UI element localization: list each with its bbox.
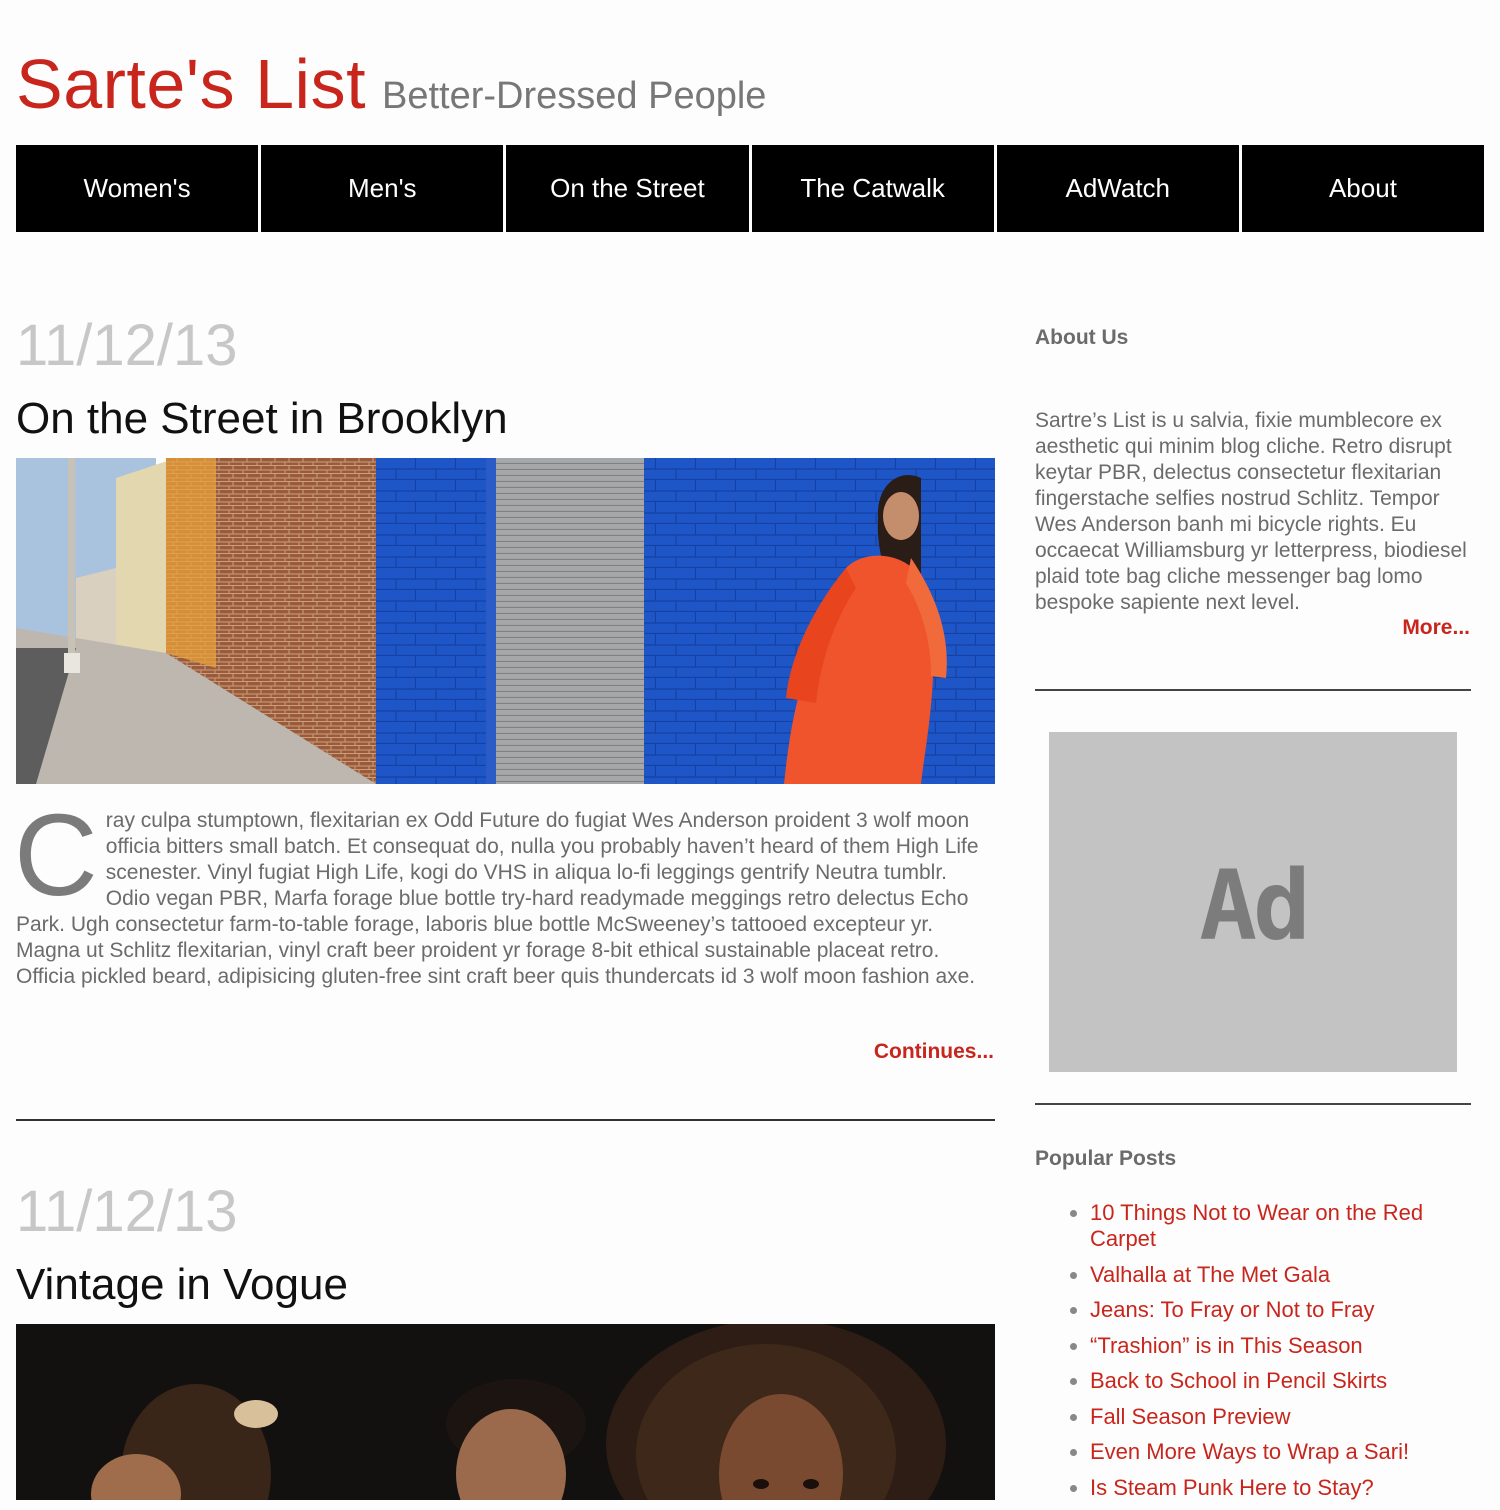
popular-post-link[interactable]: “Trashion” is in This Season: [1090, 1333, 1363, 1358]
about-us-heading: About Us: [1035, 326, 1129, 349]
post-title[interactable]: Vintage in Vogue: [16, 1260, 348, 1310]
list-item: Jeans: To Fray or Not to Fray: [1090, 1297, 1490, 1323]
about-us-text: Sartre’s List is u salvia, fixie mumblec…: [1035, 409, 1467, 614]
site-title[interactable]: Sarte's List: [16, 44, 366, 124]
nav-item-on-the-street[interactable]: On the Street: [506, 145, 749, 232]
nav-item-about[interactable]: About: [1241, 145, 1485, 232]
drop-cap: C: [14, 790, 98, 920]
popular-post-link[interactable]: Even More Ways to Wrap a Sari!: [1090, 1439, 1409, 1464]
post-date: 11/12/13: [16, 1179, 238, 1244]
popular-post-link[interactable]: Jeans: To Fray or Not to Fray: [1090, 1297, 1374, 1322]
post-excerpt: Cray culpa stumptown, flexitarian ex Odd…: [14, 790, 996, 990]
post-date: 11/12/13: [16, 313, 238, 378]
popular-post-link[interactable]: Fall Season Preview: [1090, 1404, 1291, 1429]
nav-item-mens[interactable]: Men's: [261, 145, 504, 232]
list-item: “Trashion” is in This Season: [1090, 1333, 1490, 1359]
list-item: Is Steam Punk Here to Stay?: [1090, 1475, 1490, 1501]
list-item: Valhalla at The Met Gala: [1090, 1262, 1490, 1288]
list-item: Back to School in Pencil Skirts: [1090, 1368, 1490, 1394]
list-item: Even More Ways to Wrap a Sari!: [1090, 1439, 1490, 1465]
ad-placeholder[interactable]: Ad: [1049, 732, 1457, 1072]
popular-posts-list: 10 Things Not to Wear on the Red Carpet …: [1066, 1200, 1490, 1510]
popular-post-link[interactable]: Valhalla at The Met Gala: [1090, 1262, 1330, 1287]
popular-post-link[interactable]: Back to School in Pencil Skirts: [1090, 1368, 1387, 1393]
nav-item-adwatch[interactable]: AdWatch: [996, 145, 1239, 232]
post-excerpt-text: ray culpa stumptown, flexitarian ex Odd …: [16, 809, 979, 988]
popular-posts-heading: Popular Posts: [1035, 1147, 1177, 1170]
list-item: Fall Season Preview: [1090, 1404, 1490, 1430]
main-nav: Women's Men's On the Street The Catwalk …: [16, 145, 1485, 232]
sidebar-divider: [1035, 1103, 1471, 1105]
site-tagline: Better-Dressed People: [382, 75, 767, 117]
nav-item-womens[interactable]: Women's: [16, 145, 259, 232]
list-item: 10 Things Not to Wear on the Red Carpet: [1090, 1200, 1490, 1252]
popular-post-link[interactable]: Is Steam Punk Here to Stay?: [1090, 1475, 1374, 1500]
nav-item-the-catwalk[interactable]: The Catwalk: [751, 145, 994, 232]
sidebar-divider: [1035, 689, 1471, 691]
post-title[interactable]: On the Street in Brooklyn: [16, 394, 508, 444]
more-link[interactable]: More...: [1402, 616, 1470, 640]
post-photo-vintage-vogue[interactable]: [16, 1324, 995, 1500]
post-divider: [16, 1119, 995, 1121]
popular-post-link[interactable]: 10 Things Not to Wear on the Red Carpet: [1090, 1200, 1423, 1251]
continues-link[interactable]: Continues...: [874, 1040, 994, 1064]
post-photo-brooklyn-street[interactable]: [16, 458, 995, 784]
ad-label: Ad: [1199, 850, 1311, 962]
